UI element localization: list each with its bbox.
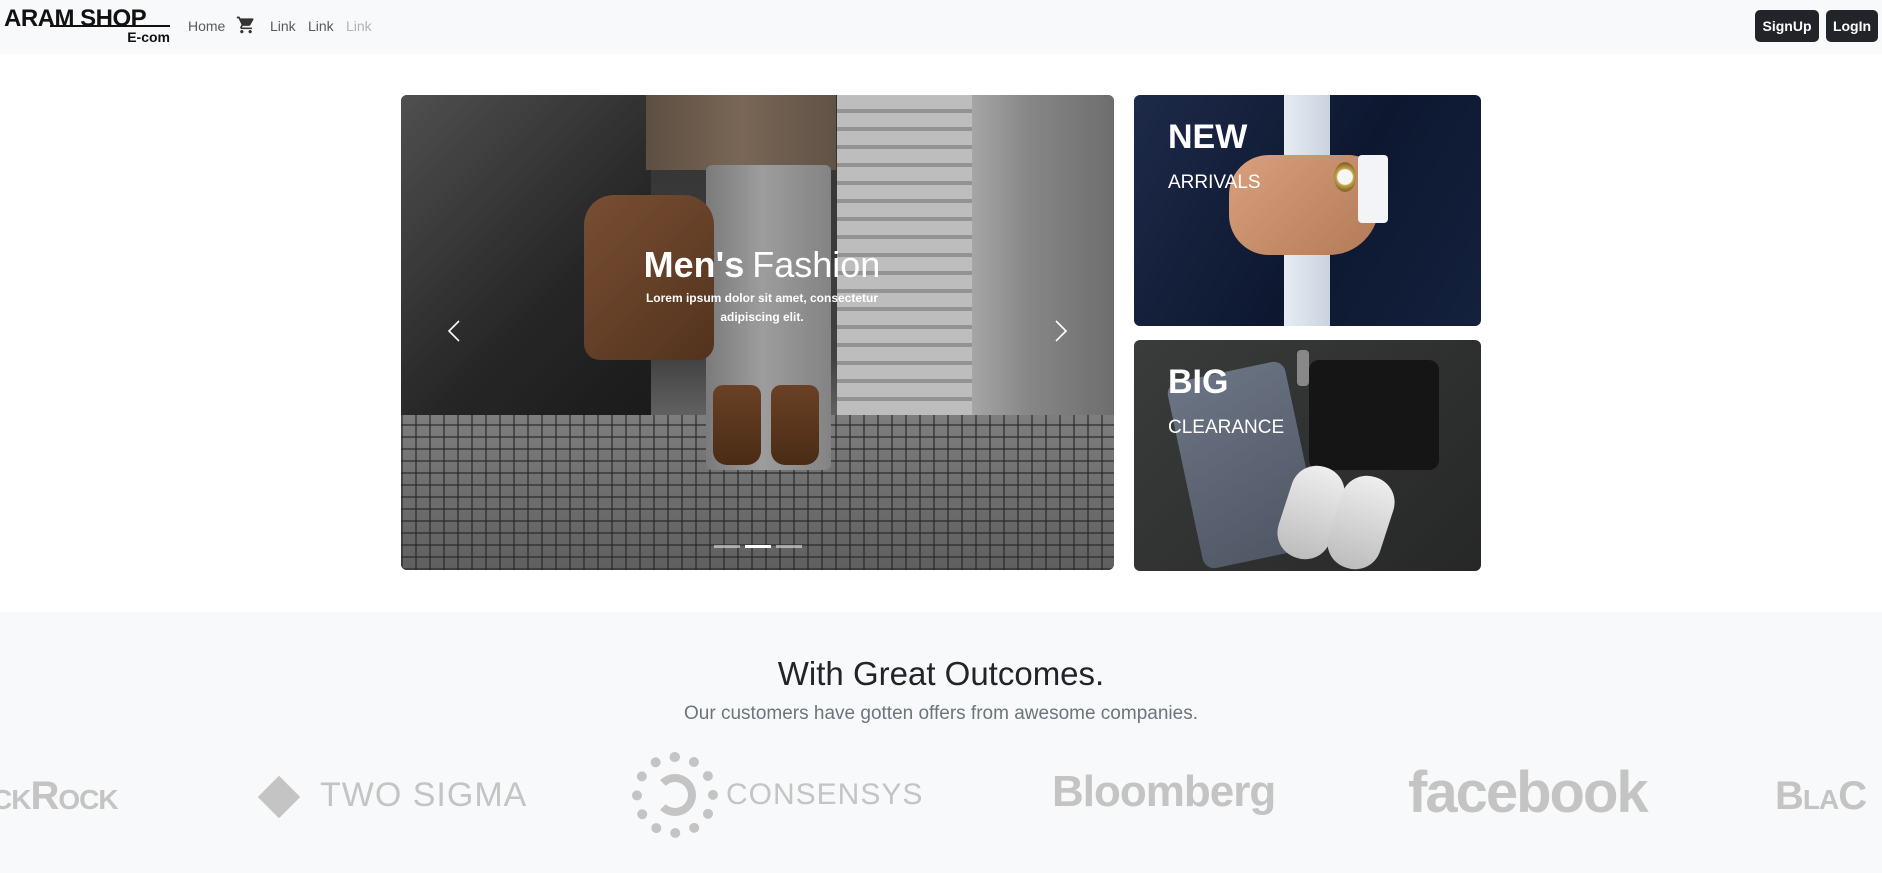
- cart-icon[interactable]: [236, 15, 256, 35]
- outcomes-subtitle: Our customers have gotten offers from aw…: [684, 703, 1198, 724]
- nav-link-1[interactable]: Link: [270, 17, 296, 35]
- carousel-indicators: [714, 545, 802, 549]
- carousel-title: Men's Fashion: [636, 243, 888, 287]
- logo-blackrock: ckRock: [0, 774, 119, 818]
- promo-new-title: NEW: [1168, 118, 1248, 156]
- promo-image-tshirt: [1309, 360, 1439, 470]
- outcomes-section: With Great Outcomes. Our customers have …: [0, 612, 1882, 873]
- signup-button[interactable]: SignUp: [1755, 10, 1819, 42]
- brand-subtitle: E-com: [127, 29, 170, 45]
- logo-bloomberg: Bloomberg: [1052, 767, 1276, 816]
- nav-link-home[interactable]: Home: [188, 17, 225, 35]
- hero-carousel: Men's Fashion Lorem ipsum dolor sit amet,…: [401, 95, 1114, 570]
- promo-image-watch: [1334, 162, 1356, 192]
- navbar: ARAM SHOP E-com Home Link Link Link Sign…: [0, 0, 1882, 54]
- login-button[interactable]: LogIn: [1826, 10, 1878, 42]
- brand-underline: [50, 25, 170, 27]
- outcomes-title: With Great Outcomes.: [777, 655, 1105, 692]
- promo-new-subtitle: ARRIVALS: [1168, 172, 1261, 193]
- carousel-title-bold: Men's: [643, 244, 745, 285]
- logo-facebook: facebook: [1408, 760, 1649, 825]
- two-sigma-diamond-icon: [257, 775, 301, 819]
- promo-new-arrivals[interactable]: NEW ARRIVALS: [1134, 95, 1481, 326]
- promo-image-hands: [1229, 155, 1379, 255]
- promo-big-clearance[interactable]: BIG CLEARANCE: [1134, 340, 1481, 571]
- chevron-left-icon[interactable]: [441, 317, 467, 345]
- logo-blackrock-repeat: BlaC: [1775, 774, 1867, 818]
- chevron-right-icon[interactable]: [1048, 317, 1074, 345]
- promo-big-title: BIG: [1168, 363, 1229, 401]
- logo-two-sigma-text: TWO SIGMA: [320, 776, 528, 814]
- promo-image-watch: [1297, 350, 1309, 386]
- nav-link-2[interactable]: Link: [308, 17, 334, 35]
- carousel-title-light: Fashion: [752, 244, 881, 285]
- carousel-indicator-3[interactable]: [776, 545, 802, 548]
- carousel-caption: Men's Fashion Lorem ipsum dolor sit amet,…: [636, 243, 888, 327]
- carousel-text: Lorem ipsum dolor sit amet, consectetur …: [645, 291, 879, 324]
- brand-logo[interactable]: ARAM SHOP E-com: [4, 6, 170, 48]
- promo-big-subtitle: CLEARANCE: [1168, 417, 1285, 438]
- carousel-indicator-1[interactable]: [714, 545, 740, 548]
- nav-link-disabled: Link: [346, 18, 372, 34]
- promo-image-cuff: [1358, 155, 1388, 223]
- carousel-overlay: [401, 95, 1114, 570]
- brand-title: ARAM SHOP: [4, 5, 147, 32]
- carousel-indicator-2[interactable]: [745, 545, 771, 548]
- consensys-swirl-inner-icon: [654, 774, 696, 816]
- logo-consensys-text: CONSENSYS: [726, 778, 924, 811]
